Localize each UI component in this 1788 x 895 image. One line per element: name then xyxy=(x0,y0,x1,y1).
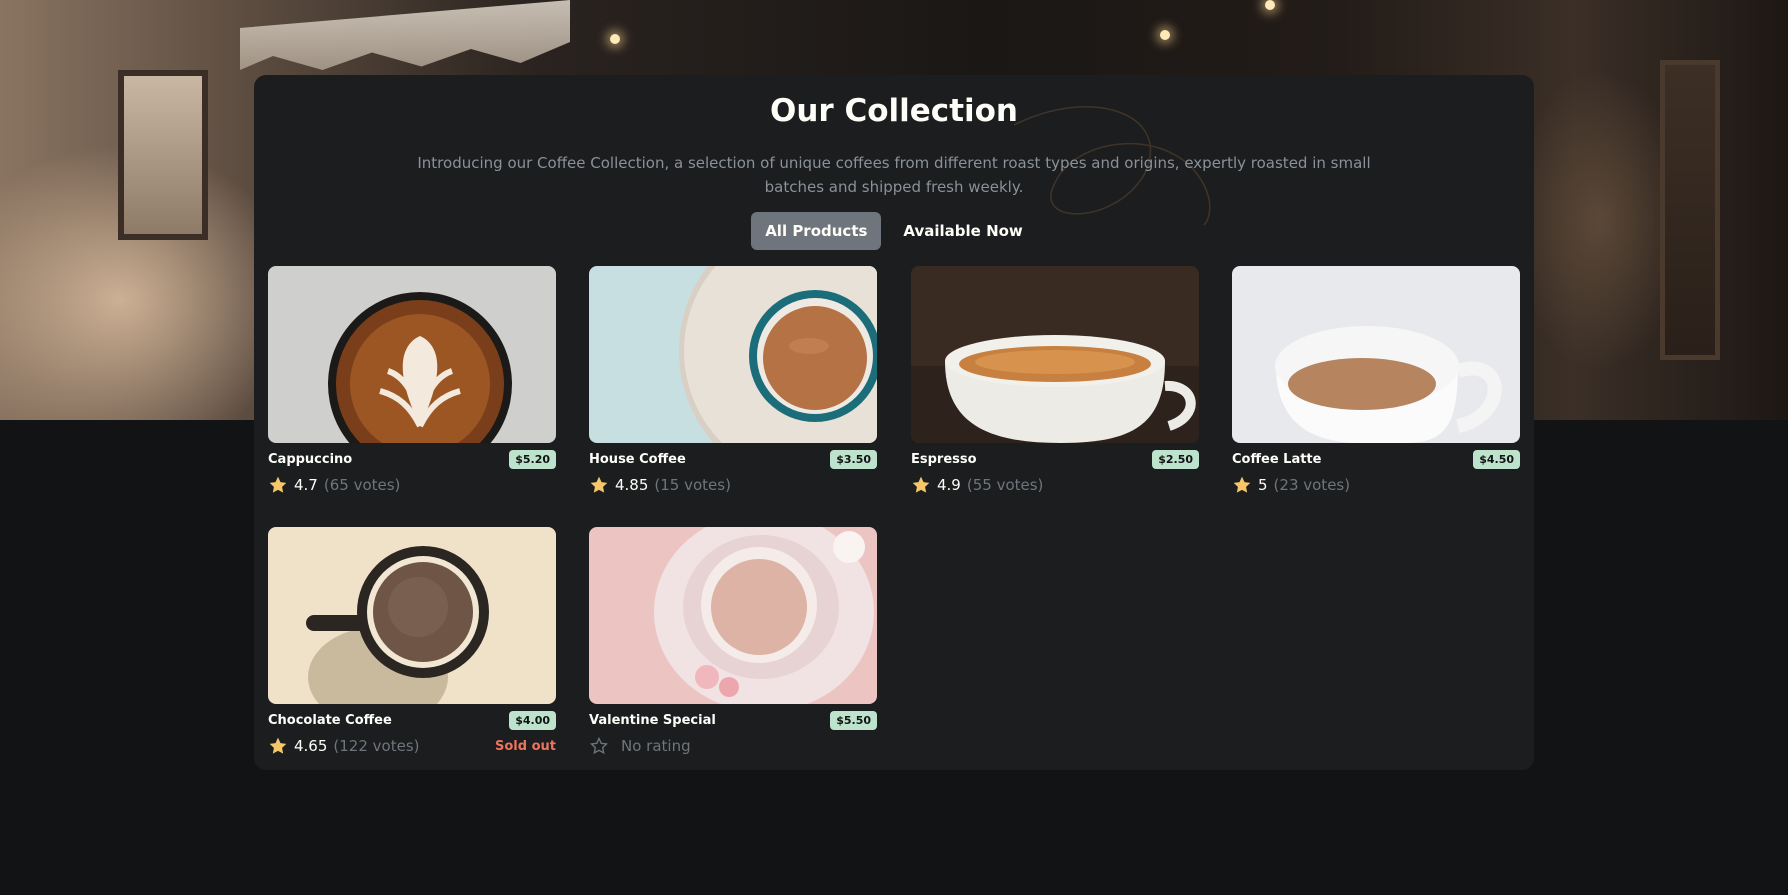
star-filled-icon xyxy=(269,476,287,493)
price-badge: $5.50 xyxy=(830,710,877,730)
product-name: House Coffee xyxy=(589,451,686,467)
collection-description: Introducing our Coffee Collection, a sel… xyxy=(417,154,1371,196)
rating-value: 4.9 xyxy=(937,476,961,494)
product-card-coffee-latte[interactable]: Coffee Latte $4.50 5 (23 votes) xyxy=(1232,266,1520,497)
filter-all-products-button[interactable]: All Products xyxy=(751,212,882,250)
cafe-awning xyxy=(240,0,570,70)
cafe-door xyxy=(1660,60,1720,360)
star-filled-icon xyxy=(912,476,930,493)
rating: 4.85 (15 votes) xyxy=(589,475,731,495)
product-name: Cappuccino xyxy=(268,451,353,467)
price-badge: $5.20 xyxy=(509,449,556,469)
product-name: Espresso xyxy=(911,451,977,467)
rating-value: 4.7 xyxy=(294,476,318,494)
product-image-valentine-special xyxy=(589,527,877,704)
product-card-valentine-special[interactable]: Valentine Special $5.50 No rating xyxy=(589,527,877,758)
product-image-house-coffee xyxy=(589,266,877,443)
rating-value: 5 xyxy=(1258,476,1268,494)
rating-value: 4.85 xyxy=(615,476,649,494)
rating: 4.9 (55 votes) xyxy=(911,475,1043,495)
price-badge: $3.50 xyxy=(830,449,877,469)
rating: No rating xyxy=(589,736,691,756)
collection-panel: Our Collection Introducing our Coffee Co… xyxy=(254,75,1534,770)
sold-out-label: Sold out xyxy=(495,738,556,754)
no-rating-label: No rating xyxy=(621,737,691,755)
product-image-cappuccino xyxy=(268,266,556,443)
product-card-chocolate-coffee[interactable]: Chocolate Coffee $4.00 4.65 (122 votes) … xyxy=(268,527,556,758)
star-filled-icon xyxy=(269,737,287,754)
price-badge: $4.50 xyxy=(1473,449,1520,469)
product-image-chocolate-coffee xyxy=(268,527,556,704)
vote-count: (23 votes) xyxy=(1273,476,1351,494)
rating: 4.65 (122 votes) xyxy=(268,736,420,756)
page-title: Our Collection xyxy=(769,93,1018,129)
product-card-cappuccino[interactable]: Cappuccino $5.20 4.7 (65 votes) xyxy=(268,266,556,497)
product-image-coffee-latte xyxy=(1232,266,1520,443)
vote-count: (55 votes) xyxy=(966,476,1044,494)
vote-count: (15 votes) xyxy=(654,476,731,494)
vote-count: (65 votes) xyxy=(323,476,401,494)
product-card-house-coffee[interactable]: House Coffee $3.50 4.85 (15 votes) xyxy=(589,266,877,497)
cafe-window xyxy=(118,70,208,240)
star-filled-icon xyxy=(1233,476,1251,493)
star-filled-icon xyxy=(590,476,608,493)
product-name: Valentine Special xyxy=(589,712,716,728)
vote-count: (122 votes) xyxy=(333,737,420,755)
star-outline-icon xyxy=(590,736,608,755)
rating: 5 (23 votes) xyxy=(1232,475,1350,495)
filter-available-now-button[interactable]: Available Now xyxy=(889,212,1036,250)
price-badge: $4.00 xyxy=(509,710,556,730)
lamp-light xyxy=(610,34,620,44)
product-name: Chocolate Coffee xyxy=(268,712,392,728)
product-image-espresso xyxy=(911,266,1199,443)
product-card-espresso[interactable]: Espresso $2.50 4.9 (55 votes) xyxy=(911,266,1199,497)
lamp-light xyxy=(1265,0,1275,10)
rating-value: 4.65 xyxy=(294,737,328,755)
product-name: Coffee Latte xyxy=(1232,451,1322,467)
rating: 4.7 (65 votes) xyxy=(268,475,400,495)
lamp-light xyxy=(1160,30,1170,40)
price-badge: $2.50 xyxy=(1152,449,1199,469)
filter-tabs: All Products Available Now xyxy=(254,212,1534,250)
